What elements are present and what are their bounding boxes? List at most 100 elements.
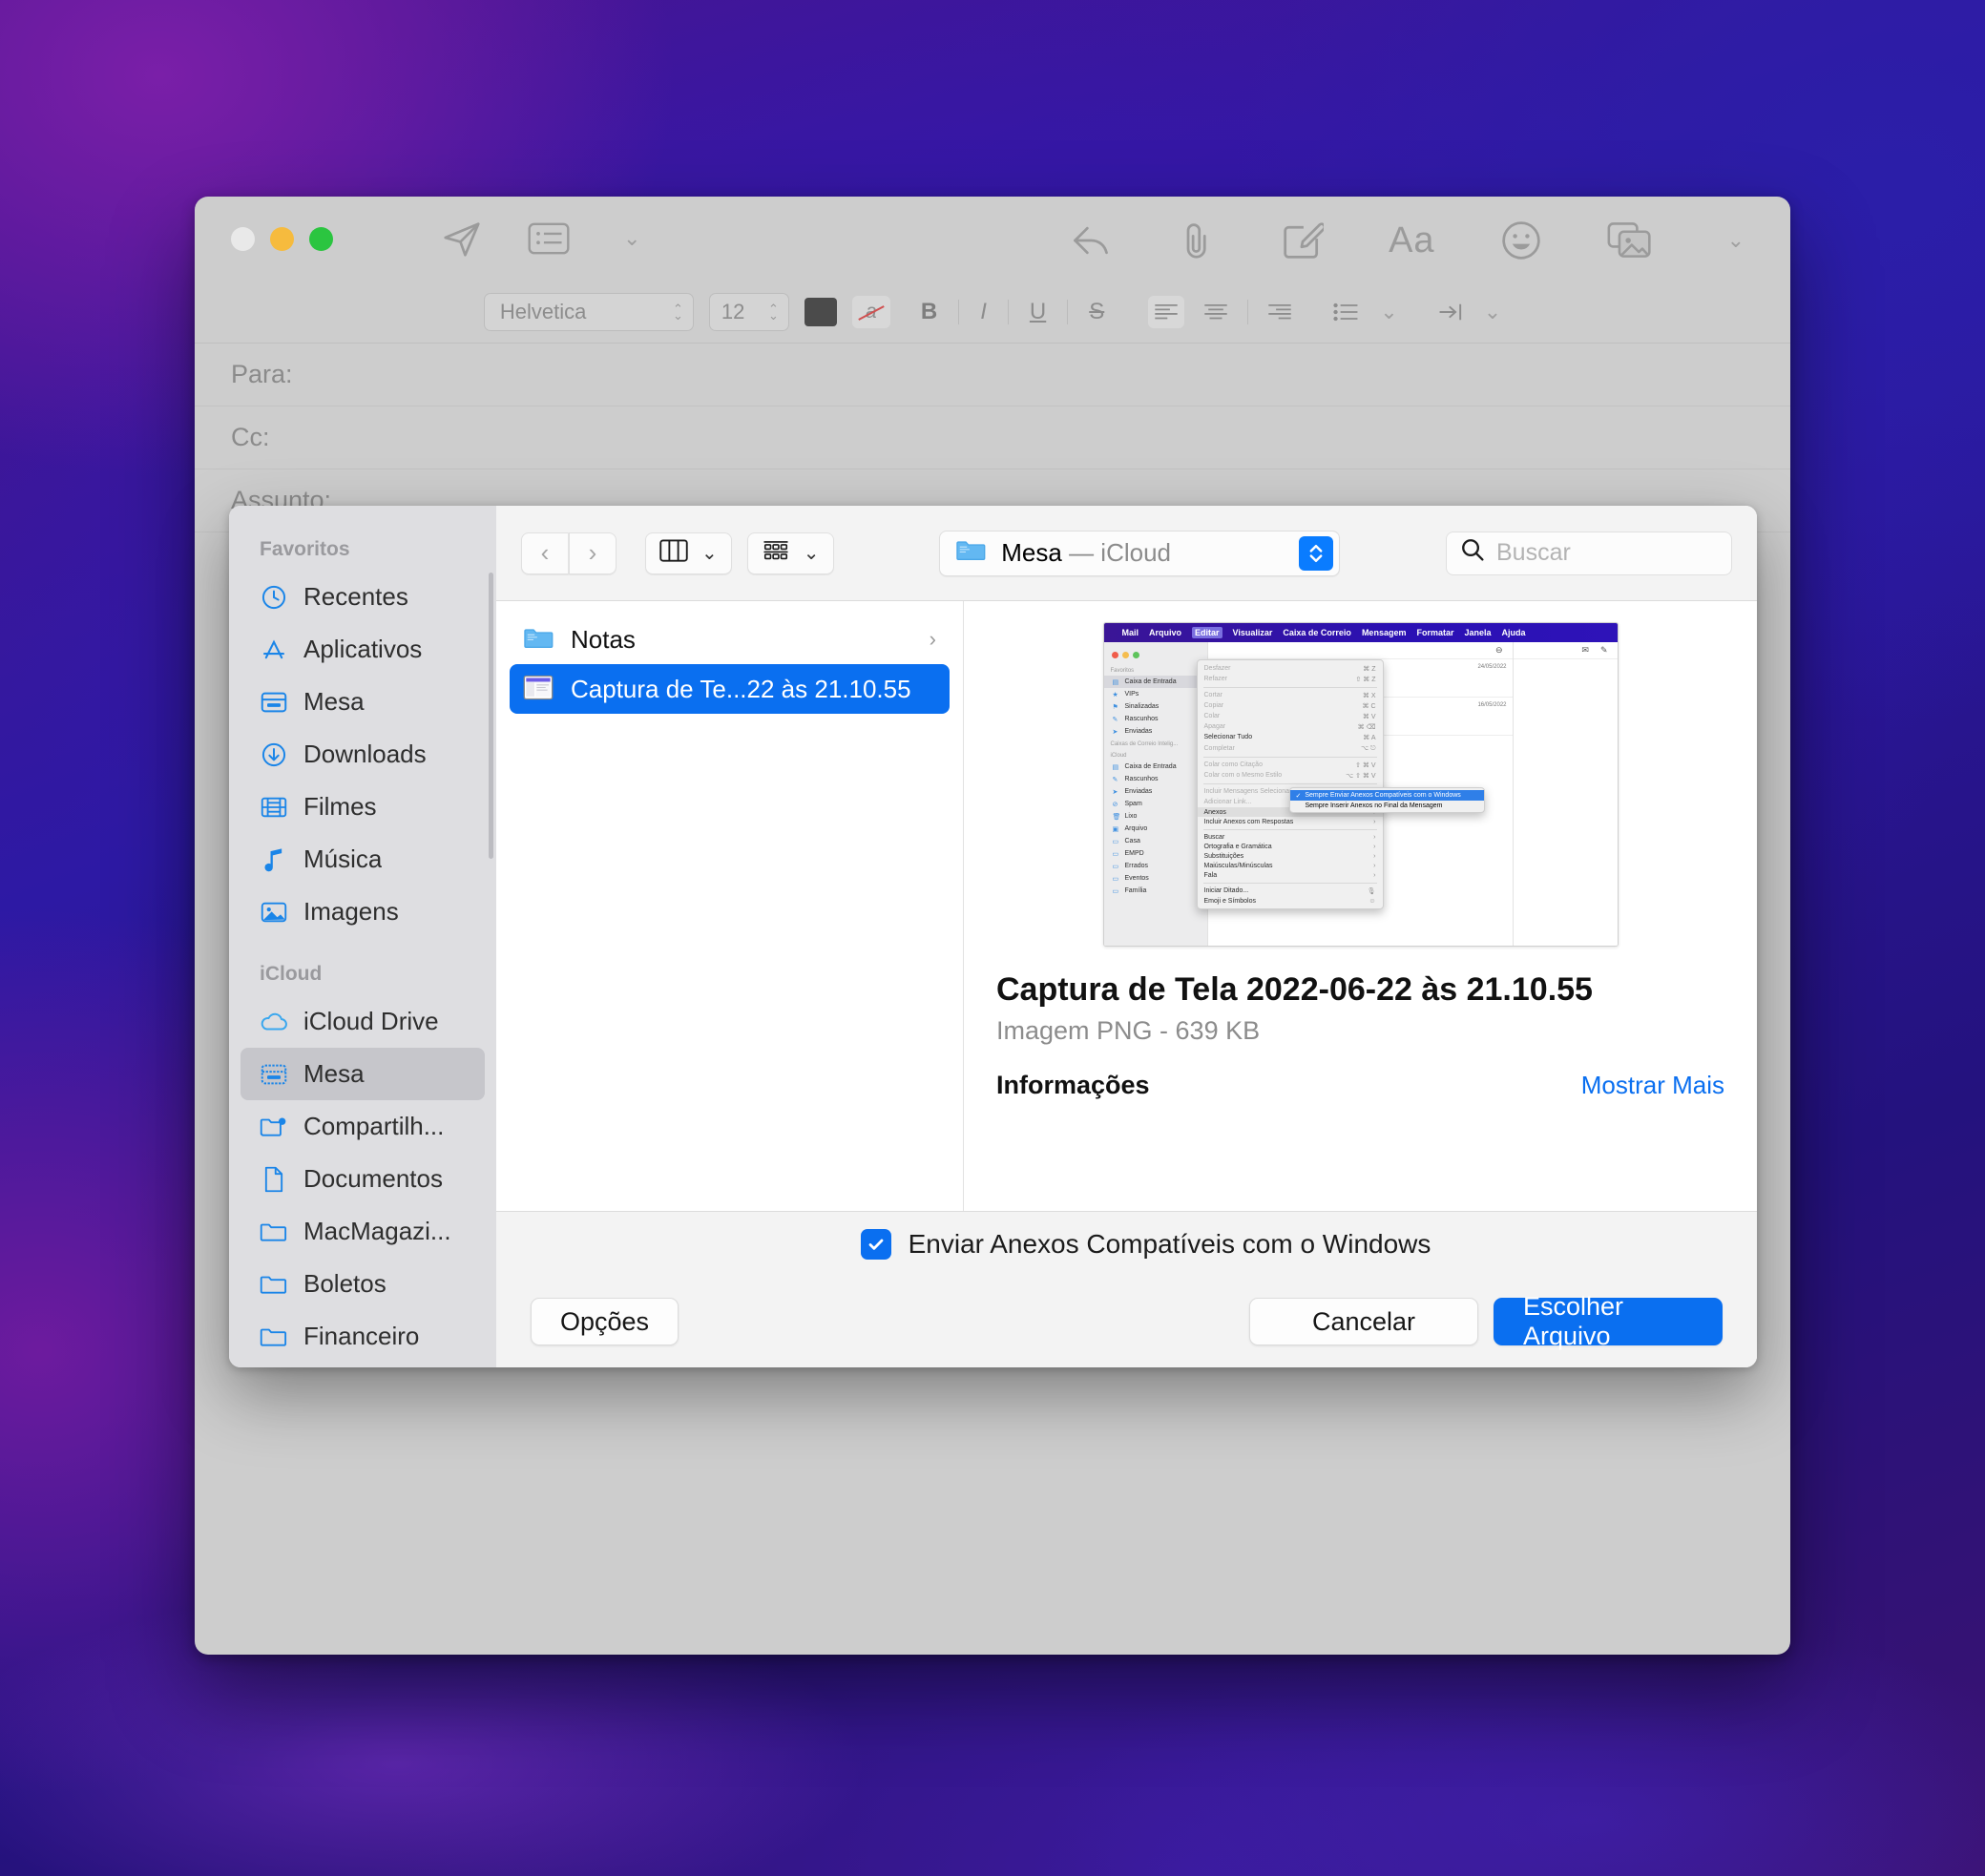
photos-icon[interactable] <box>1607 221 1653 260</box>
sidebar-item-macmagazine[interactable]: MacMagazi... <box>240 1205 485 1258</box>
list-item[interactable]: Notas › <box>510 615 950 664</box>
path-popup-button[interactable]: Mesa — iCloud <box>939 531 1340 576</box>
align-left-button[interactable] <box>1148 296 1184 328</box>
file-dialog-toolbar: ‹ › ⌄ ⌄ Mesa — iCloud <box>496 506 1757 601</box>
attach-icon[interactable] <box>1177 219 1217 261</box>
view-mode-button[interactable]: ⌄ <box>645 532 732 574</box>
thumb-item-label: Enviadas <box>1125 788 1153 795</box>
font-size-select[interactable]: 12 ⌃⌄ <box>709 293 789 331</box>
thumb-menu-item: Refazer⇧ ⌘ Z <box>1198 674 1383 684</box>
cancel-button[interactable]: Cancelar <box>1249 1298 1478 1345</box>
sidebar-item-recentes[interactable]: Recentes <box>240 571 485 623</box>
photos-chevron-down-icon[interactable]: ⌄ <box>1727 228 1745 253</box>
list-chevron-down-icon[interactable]: ⌄ <box>1380 300 1397 324</box>
choose-file-button[interactable]: Escolher Arquivo <box>1494 1298 1723 1345</box>
thumb-section-favoritos: Favoritos <box>1104 664 1207 676</box>
list-button[interactable] <box>1328 296 1365 328</box>
draft-icon: ✎ <box>1113 776 1120 783</box>
thumb-submenu-item: ✓ Sempre Enviar Anexos Compatíveis com o… <box>1290 790 1484 801</box>
thumb-menu-mail: Mail <box>1122 628 1139 637</box>
clock-icon <box>260 583 288 612</box>
label: Sempre Inserir Anexos no Final da Mensag… <box>1306 803 1443 809</box>
sidebar-item-mesa-icloud[interactable]: Mesa <box>240 1048 485 1100</box>
thumb-item-label: Família <box>1125 887 1147 894</box>
sidebar-item-icloud-drive[interactable]: iCloud Drive <box>240 995 485 1048</box>
to-field-row[interactable]: Para: <box>195 344 1790 406</box>
folder-icon <box>955 537 988 570</box>
indent-chevron-down-icon[interactable]: ⌄ <box>1484 300 1501 324</box>
sidebar-item-label: Filmes <box>303 792 377 822</box>
sidebar-item-downloads[interactable]: Downloads <box>240 728 485 781</box>
desktop-icon <box>260 1060 288 1089</box>
forward-button[interactable]: › <box>569 532 616 574</box>
header-fields-icon[interactable] <box>528 222 570 255</box>
sidebar-scrollbar[interactable] <box>489 573 493 859</box>
folder-icon: ▭ <box>1113 875 1120 883</box>
folder-icon: ▭ <box>1113 850 1120 858</box>
label: Adicionar Link... <box>1204 799 1252 805</box>
send-icon[interactable] <box>440 217 484 261</box>
reply-icon[interactable] <box>1070 219 1112 261</box>
sidebar-item-aplicativos[interactable]: Aplicativos <box>240 623 485 676</box>
thumb-item: ➤Enviadas <box>1104 785 1207 798</box>
thumb-item-label: Lixo <box>1125 813 1138 820</box>
label: Copiar <box>1204 702 1224 709</box>
spellcheck-icon[interactable]: a <box>852 296 890 328</box>
thumb-item-label: Rascunhos <box>1125 776 1159 782</box>
text-color-swatch[interactable] <box>804 298 837 326</box>
italic-button[interactable]: I <box>980 299 987 325</box>
indent-button[interactable] <box>1432 296 1469 328</box>
path-text: Mesa — iCloud <box>1001 538 1171 568</box>
sidebar-item-financeiro[interactable]: Financeiro <box>240 1310 485 1363</box>
sidebar-item-documentos[interactable]: Documentos <box>240 1153 485 1205</box>
inbox-icon: ▤ <box>1113 763 1120 771</box>
thumb-section-icloud: iCloud <box>1104 749 1207 761</box>
back-button[interactable]: ‹ <box>521 532 569 574</box>
list-item[interactable]: Captura de Te...22 às 21.10.55 <box>510 664 950 714</box>
sidebar-item-musica[interactable]: Música <box>240 833 485 886</box>
thumb-section-smart: Caixas de Correio Intelig... <box>1104 738 1207 749</box>
sidebar-item-label: Financeiro <box>303 1322 419 1351</box>
thumb-item-label: Spam <box>1125 801 1142 807</box>
font-family-select[interactable]: Helvetica ⌃⌄ <box>484 293 694 331</box>
bold-button[interactable]: B <box>921 299 937 325</box>
cc-field-row[interactable]: Cc: <box>195 406 1790 469</box>
sidebar-item-mesa[interactable]: Mesa <box>240 676 485 728</box>
align-center-button[interactable] <box>1198 296 1234 328</box>
sidebar-item-compartilhados[interactable]: Compartilh... <box>240 1100 485 1153</box>
cc-field-label: Cc: <box>231 423 270 452</box>
close-button[interactable] <box>231 227 255 251</box>
sidebar-item-boletos[interactable]: Boletos <box>240 1258 485 1310</box>
group-items-icon <box>762 539 790 567</box>
label: Iniciar Ditado... <box>1204 887 1249 894</box>
label: Maiúsculas/Minúsculas <box>1204 863 1273 869</box>
sidebar-section-icloud-title: iCloud <box>229 938 496 995</box>
show-more-link[interactable]: Mostrar Mais <box>1581 1071 1724 1100</box>
align-right-button[interactable] <box>1262 296 1298 328</box>
shortcut: ⌥ ⇧ ⌘ V <box>1346 772 1375 780</box>
strikethrough-button[interactable]: S <box>1089 299 1104 325</box>
markup-icon[interactable] <box>1282 221 1324 260</box>
minimize-button[interactable] <box>270 227 294 251</box>
label: Incluir Anexos com Respostas <box>1204 819 1294 825</box>
underline-button[interactable]: U <box>1030 299 1046 325</box>
image-file-icon <box>523 675 555 703</box>
thumb-item: ▭Casa <box>1104 835 1207 847</box>
group-items-button[interactable]: ⌄ <box>747 532 834 574</box>
folder-icon <box>260 1218 288 1246</box>
divider <box>1203 687 1377 688</box>
windows-compat-checkbox[interactable] <box>861 1229 891 1260</box>
search-input[interactable]: Buscar <box>1446 532 1732 575</box>
emoji-icon[interactable] <box>1500 219 1542 261</box>
options-button[interactable]: Opções <box>531 1298 679 1345</box>
thumb-read-toolbar: ✉ ✎ <box>1514 642 1618 659</box>
folder-icon: ▭ <box>1113 838 1120 845</box>
sidebar-item-imagens[interactable]: Imagens <box>240 886 485 938</box>
folder-icon <box>260 1270 288 1299</box>
sidebar-item-filmes[interactable]: Filmes <box>240 781 485 833</box>
sidebar-item-label: Mesa <box>303 687 365 717</box>
folder-icon <box>523 625 555 654</box>
chevron-down-icon[interactable]: ⌄ <box>623 226 640 251</box>
maximize-button[interactable] <box>309 227 333 251</box>
divider <box>1247 300 1248 324</box>
